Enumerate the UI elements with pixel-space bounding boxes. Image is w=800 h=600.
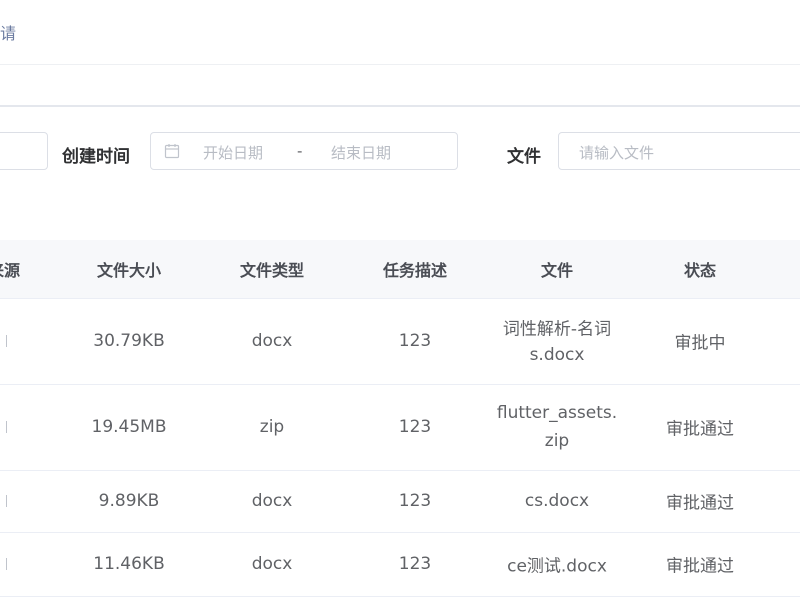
- cell-file-name-cont[interactable]: zip: [545, 431, 569, 451]
- file-label: 文件: [507, 147, 541, 167]
- cell-task-desc: 123: [398, 491, 432, 511]
- end-date-input[interactable]: 结束日期: [331, 142, 391, 163]
- tab-bar: [0, 64, 800, 107]
- cell-status: 审批中: [674, 333, 726, 354]
- start-date-input[interactable]: 开始日期: [203, 142, 263, 163]
- th-file-type: 文件类型: [239, 261, 305, 280]
- source-cell-fragment: [0, 421, 7, 433]
- cell-file-size: 9.89KB: [98, 491, 160, 511]
- table-header: 来源 文件大小 文件类型 任务描述 文件 状态: [0, 240, 800, 299]
- breadcrumb[interactable]: 请: [0, 20, 16, 44]
- cell-file-type: docx: [251, 331, 293, 351]
- table-row[interactable]: 9.89KB docx 123 cs.docx 审批通过: [0, 470, 800, 533]
- table-row[interactable]: 19.45MB zip 123 flutter_assets. zip 审批通过: [0, 384, 800, 471]
- table-row[interactable]: 30.79KB docx 123 词性解析-名词 s.docx 审批中: [0, 298, 800, 385]
- cell-file-name[interactable]: 词性解析-名词: [503, 315, 611, 340]
- cell-task-desc: 123: [398, 417, 432, 437]
- cell-file-type: zip: [259, 417, 285, 437]
- cell-task-desc: 123: [398, 331, 432, 351]
- th-task-desc: 任务描述: [382, 261, 448, 280]
- cell-file-name[interactable]: ce测试.docx: [507, 552, 607, 577]
- th-source: 来源: [0, 261, 21, 280]
- source-cell-fragment: [0, 495, 7, 507]
- table-row[interactable]: 11.46KB docx 123 ce测试.docx 审批通过: [0, 532, 800, 597]
- cell-file-type: docx: [251, 554, 293, 574]
- file-input[interactable]: 请输入文件: [558, 132, 800, 170]
- cell-file-name[interactable]: cs.docx: [525, 491, 589, 511]
- cell-file-type: docx: [251, 491, 293, 511]
- cell-file-name[interactable]: flutter_assets.: [497, 403, 617, 423]
- cell-file-size: 11.46KB: [93, 554, 165, 574]
- range-separator: -: [297, 142, 303, 160]
- cell-status: 审批通过: [666, 419, 734, 440]
- cell-file-size: 30.79KB: [93, 331, 165, 351]
- cell-file-size: 19.45MB: [91, 417, 167, 437]
- th-file: 文件: [540, 261, 574, 280]
- cell-status: 审批通过: [666, 493, 734, 514]
- cell-task-desc: 123: [398, 554, 432, 574]
- cell-status: 审批通过: [666, 556, 734, 577]
- th-status: 状态: [683, 261, 717, 280]
- source-cell-fragment: [0, 335, 7, 347]
- file-input-placeholder: 请输入文件: [579, 144, 655, 162]
- source-input[interactable]: [0, 132, 48, 170]
- th-file-size: 文件大小: [96, 261, 162, 280]
- date-range-picker[interactable]: 开始日期 - 结束日期: [150, 132, 458, 170]
- created-time-label: 创建时间: [62, 147, 130, 167]
- source-cell-fragment: [0, 558, 7, 570]
- cell-file-name-cont[interactable]: s.docx: [530, 345, 585, 365]
- calendar-icon: [164, 143, 180, 163]
